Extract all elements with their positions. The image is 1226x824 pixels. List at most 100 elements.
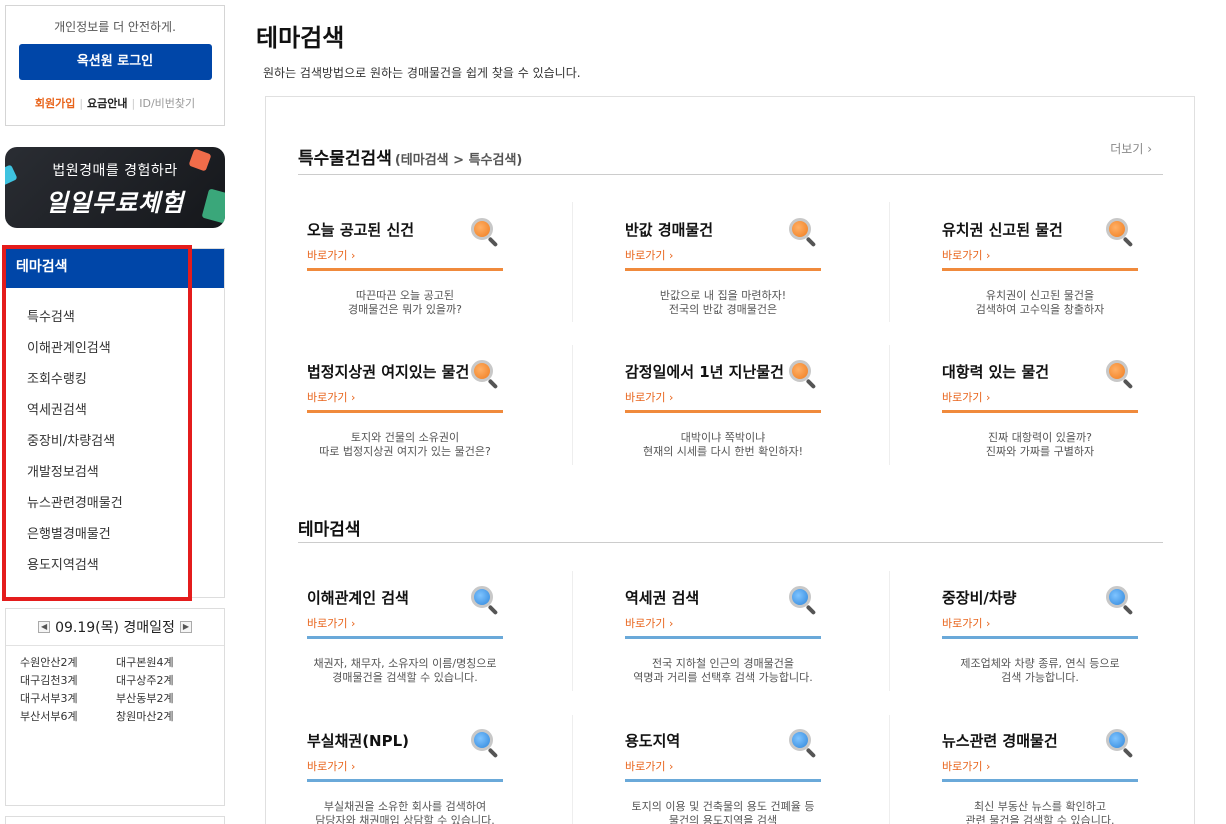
magnifier-icon [469,358,499,390]
go-link[interactable]: 바로가기 › [942,758,1138,774]
go-link[interactable]: 바로가기 › [942,247,1138,263]
schedule-court-link[interactable]: 수원안산2계 [20,654,116,671]
theme-menu-item[interactable]: 개발정보검색 [6,461,224,492]
card-underline [307,779,503,782]
pricing-link[interactable]: 요금안내 [87,97,127,110]
more-link[interactable]: 더보기 › [1110,140,1152,157]
card-station-area[interactable]: 역세권 검색 바로가기 › 전국 지하철 인근의 경매물건을 역명과 거리를 선택… [625,584,821,685]
magnifier-icon [787,584,817,616]
magnifier-icon [787,358,817,390]
special-section-path: (테마검색 > 특수검색) [394,153,523,168]
auction-schedule: ◀ 09.19(목) 경매일정 ▶ 수원안산2계 대구본원4계 대구김천3계 대… [5,608,225,806]
card-underline [625,268,821,271]
theme-menu-item[interactable]: 은행별경매물건 [6,523,224,554]
schedule-court-link[interactable]: 대구본원4계 [116,654,212,671]
go-link[interactable]: 바로가기 › [625,247,821,263]
go-link[interactable]: 바로가기 › [307,247,503,263]
card-appraisal-1yr[interactable]: 감정일에서 1년 지난물건 바로가기 › 대박이냐 쪽박이냐 현재의 시세를 다시… [625,358,821,459]
card-description: 부실채권을 소유한 회사를 검색하여 담당자와 채권매입 상담할 수 있습니다. [315,800,495,824]
login-links: 회원가입 | 요금안내 | ID/비번찾기 [34,97,196,110]
card-opposing-power[interactable]: 대항력 있는 물건 바로가기 › 진짜 대항력이 있을까? 진짜와 가짜를 구별하… [942,360,1138,459]
schedule-court-link[interactable]: 창원마산2계 [116,708,212,725]
magnifier-icon [469,727,499,759]
card-underline [625,636,821,639]
go-link[interactable]: 바로가기 › [942,615,1138,631]
schedule-title: 09.19(목) 경매일정 [55,620,175,636]
theme-search-menu: 테마검색 특수검색 이해관계인검색 조회수랭킹 역세권검색 중장비/차량검색 개… [5,248,225,598]
card-description: 제조업체와 차량 종류, 연식 등으로 검색 가능합니다. [960,657,1120,684]
theme-menu-item[interactable]: 뉴스관련경매물건 [6,492,224,523]
card-new-listings[interactable]: 오늘 공고된 신건 바로가기 › 따끈따끈 오늘 공고된 경매물건은 뭐가 있을까… [307,216,503,317]
card-description: 토지의 이용 및 건축물의 용도 건폐율 등 물건의 용도지역을 검색 [631,800,815,824]
content-panel: 특수물건검색 (테마검색 > 특수검색) 더보기 › 오늘 공고된 신건 바로가기… [265,96,1195,824]
section-divider [298,542,1163,543]
theme-menu-list: 특수검색 이해관계인검색 조회수랭킹 역세권검색 중장비/차량검색 개발정보검색… [6,306,224,585]
go-link[interactable]: 바로가기 › [625,615,821,631]
card-description: 유치권이 신고된 물건을 검색하여 고수익을 창출하자 [975,289,1105,316]
card-description: 전국 지하철 인근의 경매물건을 역명과 거리를 선택후 검색 가능합니다. [633,657,813,684]
magnifier-icon [1104,584,1134,616]
free-trial-banner[interactable]: 법원경매를 경험하라 일일무료체험 [5,147,225,228]
theme-menu-item[interactable]: 용도지역검색 [6,554,224,585]
card-heavy-equipment[interactable]: 중장비/차량 바로가기 › 제조업체와 차량 종류, 연식 등으로 검색 가능합니… [942,584,1138,685]
find-account-link[interactable]: ID/비번찾기 [139,97,195,110]
card-underline [942,636,1138,639]
schedule-list: 수원안산2계 대구본원4계 대구김천3계 대구상주2계 대구서부3계 부산동부2… [6,646,224,725]
magnifier-icon [469,584,499,616]
theme-section-title: 테마검색 [298,520,361,540]
theme-menu-item[interactable]: 특수검색 [6,306,224,337]
schedule-court-link[interactable]: 부산동부2계 [116,690,212,707]
prev-day-button[interactable]: ◀ [38,621,51,633]
page-description: 원하는 검색방법으로 원하는 경매물건을 쉽게 찾을 수 있습니다. [263,66,581,80]
bottom-panel [5,816,225,824]
card-underline [307,268,503,271]
schedule-court-link[interactable]: 대구김천3계 [20,672,116,689]
theme-menu-item[interactable]: 역세권검색 [6,399,224,430]
go-link[interactable]: 바로가기 › [625,758,821,774]
card-news[interactable]: 뉴스관련 경매물건 바로가기 › 최신 부동산 뉴스를 확인하고 관련 물건을 검… [942,727,1138,824]
go-link[interactable]: 바로가기 › [942,389,1138,405]
card-zoning[interactable]: 용도지역 바로가기 › 토지의 이용 및 건축물의 용도 건폐율 등 물건의 용도… [625,727,821,824]
page-title: 테마검색 [256,24,345,52]
banner-line-2: 일일무료체험 [45,189,185,217]
card-description: 진짜 대항력이 있을까? 진짜와 가짜를 구별하자 [985,431,1095,458]
next-day-button[interactable]: ▶ [179,621,192,633]
magnifier-icon [787,727,817,759]
magnifier-icon [1104,216,1134,248]
login-button[interactable]: 옥션원 로그인 [18,44,212,80]
login-box: 개인정보를 더 안전하게. 옥션원 로그인 회원가입 | 요금안내 | ID/비번찾기 [5,5,225,126]
go-link[interactable]: 바로가기 › [307,758,503,774]
card-description: 최신 부동산 뉴스를 확인하고 관련 물건을 검색할 수 있습니다. [965,800,1115,824]
card-underline [625,410,821,413]
go-link[interactable]: 바로가기 › [307,615,503,631]
theme-menu-title[interactable]: 테마검색 [6,249,224,288]
card-half-price[interactable]: 반값 경매물건 바로가기 › 반값으로 내 집을 마련하자! 전국의 반값 경매물… [625,218,821,317]
schedule-court-link[interactable]: 대구서부3계 [20,690,116,707]
page: 개인정보를 더 안전하게. 옥션원 로그인 회원가입 | 요금안내 | ID/비번찾기 … [0,0,1226,824]
schedule-court-link[interactable]: 대구상주2계 [116,672,212,689]
card-lien[interactable]: 유치권 신고된 물건 바로가기 › 유치권이 신고된 물건을 검색하여 고수익을 … [942,216,1138,317]
signup-link[interactable]: 회원가입 [35,97,75,110]
special-section-title: 특수물건검색 (테마검색 > 특수검색) [298,149,523,169]
card-description: 토지와 건물의 소유권이 따로 법정지상권 여지가 있는 물건은? [319,431,491,458]
card-npl[interactable]: 부실채권(NPL) 바로가기 › 부실채권을 소유한 회사를 검색하여 담당자와 … [307,727,503,824]
go-link[interactable]: 바로가기 › [625,389,821,405]
card-underline [942,410,1138,413]
theme-menu-item[interactable]: 중장비/차량검색 [6,430,224,461]
magnifier-icon [1104,727,1134,759]
theme-menu-item[interactable]: 조회수랭킹 [6,368,224,399]
theme-menu-item[interactable]: 이해관계인검색 [6,337,224,368]
card-underline [942,268,1138,271]
card-underline [307,410,503,413]
card-interested-party[interactable]: 이해관계인 검색 바로가기 › 채권자, 채무자, 소유자의 이름/명칭으로 경매… [307,584,503,685]
magnifier-icon [469,216,499,248]
card-description: 대박이냐 쪽박이냐 현재의 시세를 다시 한번 확인하자! [642,431,804,458]
card-description: 따끈따끈 오늘 공고된 경매물건은 뭐가 있을까? [347,289,463,316]
card-superficies[interactable]: 법정지상권 여지있는 물건 바로가기 › 토지와 건물의 소유권이 따로 법정지상… [307,358,503,459]
card-underline [942,779,1138,782]
login-message: 개인정보를 더 안전하게. [54,20,176,34]
go-link[interactable]: 바로가기 › [307,389,503,405]
card-underline [307,636,503,639]
schedule-court-link[interactable]: 부산서부6계 [20,708,116,725]
card-underline [625,779,821,782]
